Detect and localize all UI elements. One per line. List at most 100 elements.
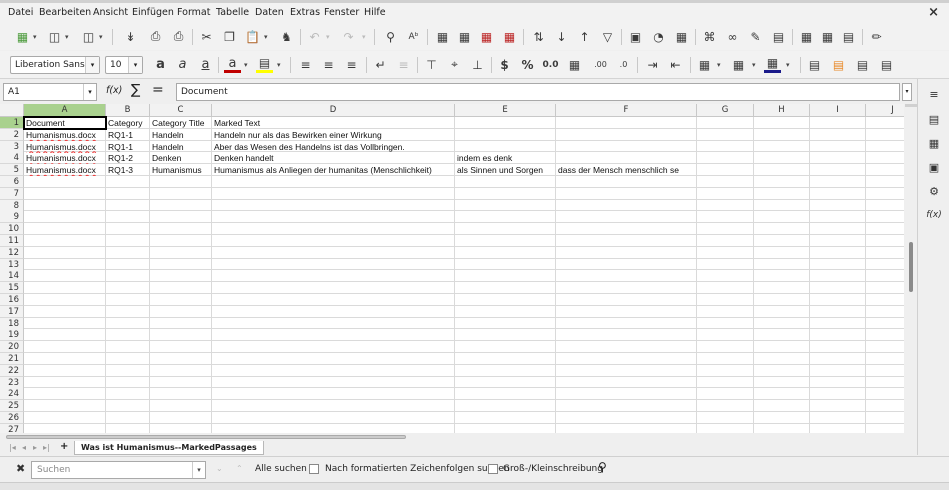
special-character-icon[interactable]: ⌘ (701, 28, 718, 45)
sheet-tab-active[interactable]: Was ist Humanismus--MarkedPassages (74, 441, 264, 455)
borders-dropdown-icon[interactable]: ▾ (717, 61, 721, 69)
sort-icon[interactable]: ⇅ (530, 28, 547, 45)
menu-ansicht[interactable]: Ansicht (93, 7, 128, 18)
row-header-14[interactable]: 14 (0, 270, 24, 283)
match-case-checkbox[interactable] (488, 464, 498, 474)
sort-descending-icon[interactable]: ↑ (576, 28, 593, 45)
first-sheet-icon[interactable]: |◂ (9, 443, 16, 452)
align-center-icon[interactable]: ≡ (320, 56, 337, 73)
italic-icon[interactable]: a (174, 56, 191, 73)
close-document-button[interactable]: × (928, 5, 939, 20)
cell-c3[interactable]: Handeln (150, 141, 212, 153)
cell-style-3-icon[interactable]: ▤ (878, 56, 895, 73)
insert-chart-icon[interactable]: ◔ (650, 28, 667, 45)
row-header-20[interactable]: 20 (0, 341, 24, 354)
find-next-icon[interactable]: ⌃ (236, 464, 243, 473)
function-wizard-icon[interactable]: f(x) (106, 85, 122, 96)
cut-icon[interactable]: ✂ (198, 28, 215, 45)
align-top-icon[interactable]: ⊤ (423, 56, 440, 73)
new-dropdown-icon[interactable]: ▾ (33, 33, 37, 41)
last-sheet-icon[interactable]: ▸| (43, 443, 50, 452)
highlight-color-icon[interactable]: ▤ (256, 56, 273, 73)
row-header-24[interactable]: 24 (0, 388, 24, 401)
cell-d1[interactable]: Marked Text (212, 117, 455, 129)
font-name-select[interactable]: Liberation Sans ▾ (10, 56, 100, 74)
align-bottom-icon[interactable]: ⊥ (469, 56, 486, 73)
find-all-button[interactable]: Alle suchen (255, 464, 307, 474)
row-header-7[interactable]: 7 (0, 187, 24, 200)
border-color-icon[interactable]: ▦ (764, 56, 781, 73)
redo-dropdown-icon[interactable]: ▾ (362, 33, 366, 41)
row-header-3[interactable]: 3 (0, 140, 24, 153)
cell-c2[interactable]: Handeln (150, 129, 212, 141)
currency-format-icon[interactable]: $ (496, 56, 513, 73)
menu-datei[interactable]: Datei (8, 7, 33, 18)
number-format-icon[interactable]: 0.0 (542, 56, 559, 73)
menu-einfuegen[interactable]: Einfügen (132, 7, 174, 18)
row-header-11[interactable]: 11 (0, 235, 24, 247)
cell-b3[interactable]: RQ1-1 (106, 141, 150, 153)
column-header-e[interactable]: E (455, 104, 556, 117)
menu-tabelle[interactable]: Tabelle (216, 7, 249, 18)
column-header-c[interactable]: C (150, 104, 212, 117)
sort-ascending-icon[interactable]: ↓ (553, 28, 570, 45)
freeze-rows-icon[interactable]: ▦ (819, 28, 836, 45)
align-left-icon[interactable]: ≡ (297, 56, 314, 73)
undo-dropdown-icon[interactable]: ▾ (326, 33, 330, 41)
bold-icon[interactable]: a (152, 56, 169, 73)
row-header-18[interactable]: 18 (0, 317, 24, 330)
column-icon[interactable]: ▦ (456, 28, 473, 45)
font-size-select[interactable]: 10 ▾ (105, 56, 143, 74)
row-header-19[interactable]: 19 (0, 329, 24, 342)
select-all-corner[interactable] (0, 104, 24, 117)
spelling-icon[interactable]: Aᵇ (405, 28, 422, 45)
row-header-13[interactable]: 13 (0, 258, 24, 271)
cell-a3[interactable]: Humanismus.docx (24, 141, 106, 153)
underline-icon[interactable]: a (197, 56, 214, 73)
row-header-26[interactable]: 26 (0, 412, 24, 424)
column-header-f[interactable]: F (556, 104, 697, 117)
menu-extras[interactable]: Extras (290, 7, 320, 18)
chevron-down-icon[interactable]: ▾ (192, 462, 205, 478)
border-color-dropdown-icon[interactable]: ▾ (786, 61, 790, 69)
open-dropdown-icon[interactable]: ▾ (99, 33, 103, 41)
expand-formula-icon[interactable]: ▾ (902, 83, 912, 101)
row-header-2[interactable]: 2 (0, 128, 24, 141)
row-header-22[interactable]: 22 (0, 364, 24, 377)
column-header-g[interactable]: G (697, 104, 754, 117)
pivot-table-icon[interactable]: ▦ (673, 28, 690, 45)
row-header-17[interactable]: 17 (0, 305, 24, 318)
cell-d5[interactable]: Humanismus als Anliegen der humanitas (M… (212, 164, 455, 176)
row-header-4[interactable]: 4 (0, 152, 24, 165)
row-header-16[interactable]: 16 (0, 294, 24, 306)
cell-c5[interactable]: Humanismus (150, 164, 212, 176)
clone-formatting-icon[interactable]: ♞ (278, 28, 295, 45)
menu-daten[interactable]: Daten (255, 7, 284, 18)
column-header-b[interactable]: B (106, 104, 150, 117)
border-style-dropdown-icon[interactable]: ▾ (752, 61, 756, 69)
delete-decimal-icon[interactable]: .0 (615, 56, 632, 73)
percent-format-icon[interactable]: % (519, 56, 536, 73)
center-vertically-icon[interactable]: ⌖ (446, 56, 463, 73)
horizontal-scrollbar[interactable] (0, 433, 904, 441)
date-format-icon[interactable]: ▦ (566, 56, 583, 73)
spreadsheet-grid[interactable]: A B C D E F G H I J 1 2 3 4 5 6 7 8 9 10 11 12 13 14 15 16 17 18 19 2… (0, 104, 904, 436)
delete-rows-icon[interactable]: ▦ (501, 28, 518, 45)
print-icon[interactable]: ⎙ (147, 28, 164, 45)
cell-d4[interactable]: Denken handelt (212, 152, 455, 164)
highlight-dropdown-icon[interactable]: ▾ (277, 61, 281, 69)
formula-icon[interactable]: = (152, 82, 164, 98)
print-preview-icon[interactable]: ⎙ (170, 28, 187, 45)
properties-icon[interactable]: ▤ (926, 111, 942, 127)
formula-input[interactable]: Document (176, 83, 900, 101)
cell-c4[interactable]: Denken (150, 152, 212, 164)
column-header-j[interactable]: J (866, 104, 904, 117)
redo-icon[interactable]: ↷ (340, 28, 357, 45)
row-header-12[interactable]: 12 (0, 246, 24, 259)
split-window-icon[interactable]: ▤ (840, 28, 857, 45)
autofilter-icon[interactable]: ▽ (599, 28, 616, 45)
find-previous-icon[interactable]: ⌄ (216, 464, 223, 473)
chevron-down-icon[interactable]: ▾ (128, 57, 142, 73)
sum-icon[interactable]: ∑ (131, 82, 140, 98)
name-box[interactable]: A1 ▾ (3, 83, 97, 101)
